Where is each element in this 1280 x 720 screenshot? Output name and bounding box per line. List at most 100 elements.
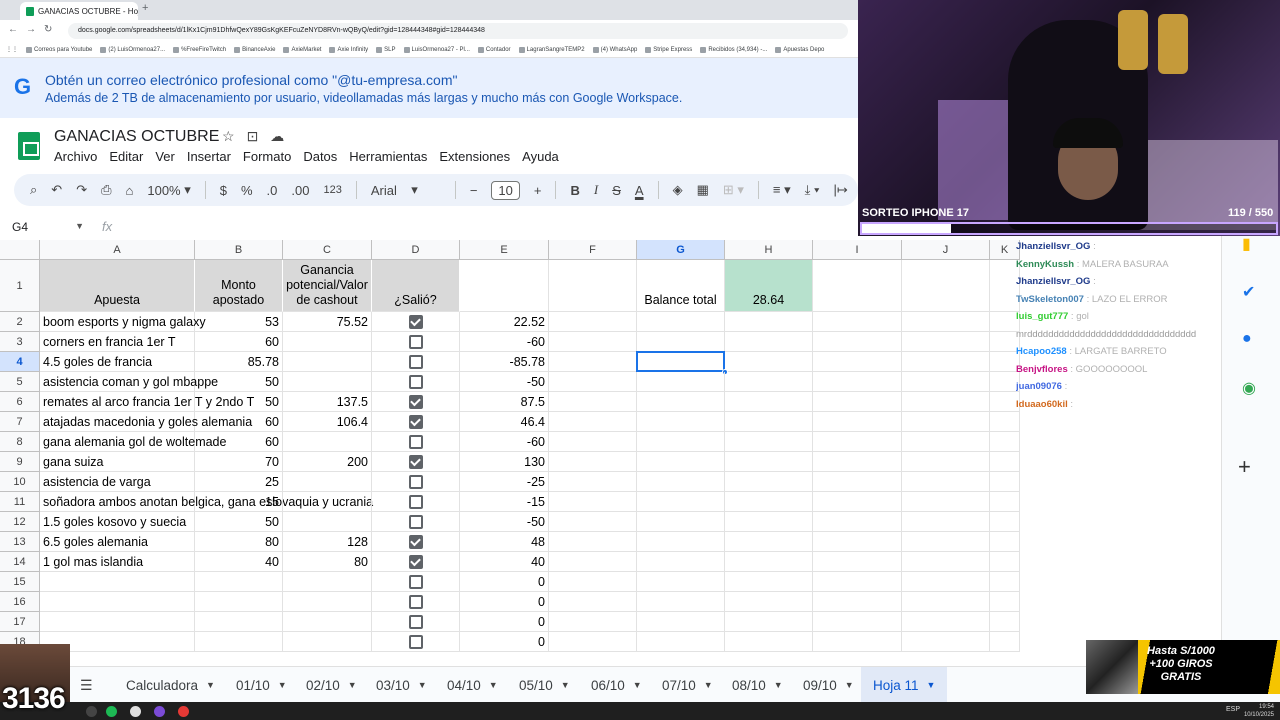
cell-apuesta[interactable]: 6.5 goles alemania bbox=[40, 532, 195, 552]
cell[interactable] bbox=[990, 632, 1020, 652]
taskbar-app-icon[interactable] bbox=[86, 706, 97, 717]
cell-salio[interactable] bbox=[372, 412, 460, 432]
cell[interactable] bbox=[902, 332, 990, 352]
reload-icon[interactable]: ↻ bbox=[44, 24, 52, 35]
cell[interactable] bbox=[990, 552, 1020, 572]
menu-archivo[interactable]: Archivo bbox=[54, 149, 97, 164]
cell[interactable] bbox=[902, 572, 990, 592]
checkbox-checked[interactable] bbox=[408, 454, 423, 469]
row-header[interactable]: 8 bbox=[0, 432, 40, 452]
cell[interactable] bbox=[549, 260, 637, 312]
row-header[interactable]: 11 bbox=[0, 492, 40, 512]
cell-ganancia[interactable] bbox=[283, 332, 372, 352]
cell-monto[interactable]: 15 bbox=[195, 492, 283, 512]
cell[interactable] bbox=[725, 552, 813, 572]
cell[interactable] bbox=[549, 632, 637, 652]
bookmark-item[interactable]: AxieMarket bbox=[283, 46, 321, 53]
search-menus-icon[interactable]: ⌕ bbox=[30, 182, 37, 198]
cell-ganancia[interactable] bbox=[283, 492, 372, 512]
cell[interactable] bbox=[813, 312, 902, 332]
row-header[interactable]: 10 bbox=[0, 472, 40, 492]
select-all-corner[interactable] bbox=[0, 240, 40, 260]
text-color-button[interactable]: A bbox=[635, 183, 644, 198]
cell[interactable] bbox=[549, 472, 637, 492]
cell[interactable] bbox=[725, 312, 813, 332]
cell-salio[interactable] bbox=[372, 432, 460, 452]
sheet-tab-active[interactable]: Hoja 11 ▼ bbox=[861, 667, 948, 703]
row-header[interactable]: 1 bbox=[0, 260, 40, 312]
cell[interactable] bbox=[902, 552, 990, 572]
cell[interactable] bbox=[549, 552, 637, 572]
row-header[interactable]: 15 bbox=[0, 572, 40, 592]
column-header-f[interactable]: F bbox=[549, 240, 637, 260]
cell-ganancia[interactable]: 200 bbox=[283, 452, 372, 472]
sheet-tab[interactable]: 09/10 ▼ bbox=[803, 667, 854, 703]
horizontal-align-icon[interactable]: ≡ ▾ bbox=[773, 182, 791, 198]
column-header-i[interactable]: I bbox=[813, 240, 902, 260]
cell[interactable] bbox=[637, 392, 725, 412]
cell-resultado[interactable]: 22.52 bbox=[460, 312, 549, 332]
cell[interactable] bbox=[637, 332, 725, 352]
bold-button[interactable]: B bbox=[570, 183, 579, 198]
checkbox-unchecked[interactable] bbox=[408, 494, 423, 509]
cell[interactable] bbox=[813, 352, 902, 372]
font-size-increase-button[interactable]: + bbox=[534, 183, 542, 198]
row-header[interactable]: 9 bbox=[0, 452, 40, 472]
cell-ganancia[interactable]: 128 bbox=[283, 532, 372, 552]
cell[interactable] bbox=[725, 512, 813, 532]
cell[interactable] bbox=[725, 472, 813, 492]
cell[interactable] bbox=[990, 452, 1020, 472]
cell[interactable] bbox=[725, 352, 813, 372]
checkbox-unchecked[interactable] bbox=[408, 474, 423, 489]
cell[interactable] bbox=[902, 472, 990, 492]
cell-ganancia[interactable] bbox=[283, 612, 372, 632]
currency-format-button[interactable]: $ bbox=[220, 183, 227, 198]
cell-apuesta[interactable]: gana suiza bbox=[40, 452, 195, 472]
cell[interactable] bbox=[549, 492, 637, 512]
cell-apuesta[interactable]: atajadas macedonia y goles alemania bbox=[40, 412, 252, 432]
sheet-tab[interactable]: 03/10 ▼ bbox=[376, 667, 427, 703]
row-header[interactable]: 4 bbox=[0, 352, 40, 372]
cell[interactable] bbox=[990, 592, 1020, 612]
cell[interactable] bbox=[902, 412, 990, 432]
cell[interactable] bbox=[549, 532, 637, 552]
cell[interactable] bbox=[725, 572, 813, 592]
cell-resultado[interactable]: -60 bbox=[460, 332, 549, 352]
cell-ganancia[interactable] bbox=[283, 472, 372, 492]
bookmark-item[interactable]: SLP bbox=[376, 46, 396, 53]
cell[interactable] bbox=[637, 432, 725, 452]
cell[interactable] bbox=[637, 552, 725, 572]
bookmark-item[interactable]: %FreeFireTwitch bbox=[173, 46, 226, 53]
column-header-h[interactable]: H bbox=[725, 240, 813, 260]
cell-ganancia[interactable] bbox=[283, 592, 372, 612]
maps-icon[interactable]: ◉ bbox=[1242, 378, 1256, 398]
row-header[interactable]: 5 bbox=[0, 372, 40, 392]
cell-resultado[interactable]: -85.78 bbox=[460, 352, 549, 372]
cell[interactable] bbox=[549, 572, 637, 592]
row-header[interactable]: 13 bbox=[0, 532, 40, 552]
cell[interactable] bbox=[990, 572, 1020, 592]
checkbox-unchecked[interactable] bbox=[408, 434, 423, 449]
balance-total-label[interactable]: Balance total bbox=[637, 260, 725, 312]
move-folder-icon[interactable]: ⊡ bbox=[247, 128, 259, 145]
cell[interactable] bbox=[725, 392, 813, 412]
taskbar-app-icon[interactable] bbox=[130, 706, 141, 717]
cell[interactable] bbox=[725, 612, 813, 632]
borders-icon[interactable]: ▦ bbox=[697, 182, 709, 198]
cell[interactable] bbox=[990, 612, 1020, 632]
cell[interactable] bbox=[990, 492, 1020, 512]
apps-icon[interactable]: ⋮⋮ bbox=[6, 46, 18, 53]
bookmark-item[interactable]: LagranSangreTEMP2 bbox=[518, 46, 585, 53]
cell[interactable] bbox=[902, 592, 990, 612]
cell[interactable] bbox=[902, 260, 990, 312]
cell-apuesta[interactable]: corners en francia 1er T bbox=[40, 332, 195, 352]
cell-resultado[interactable]: -50 bbox=[460, 512, 549, 532]
row-header[interactable]: 14 bbox=[0, 552, 40, 572]
paint-format-icon[interactable]: ⌂ bbox=[126, 183, 134, 198]
zoom-select[interactable]: 100% ▾ bbox=[147, 182, 190, 198]
checkbox-unchecked[interactable] bbox=[408, 614, 423, 629]
cell-apuesta[interactable]: soñadora ambos anotan belgica, gana eslo… bbox=[40, 492, 373, 512]
increase-decimals-button[interactable]: .00 bbox=[291, 183, 309, 198]
cell-ganancia[interactable]: 75.52 bbox=[283, 312, 372, 332]
cell-ganancia[interactable] bbox=[283, 632, 372, 652]
